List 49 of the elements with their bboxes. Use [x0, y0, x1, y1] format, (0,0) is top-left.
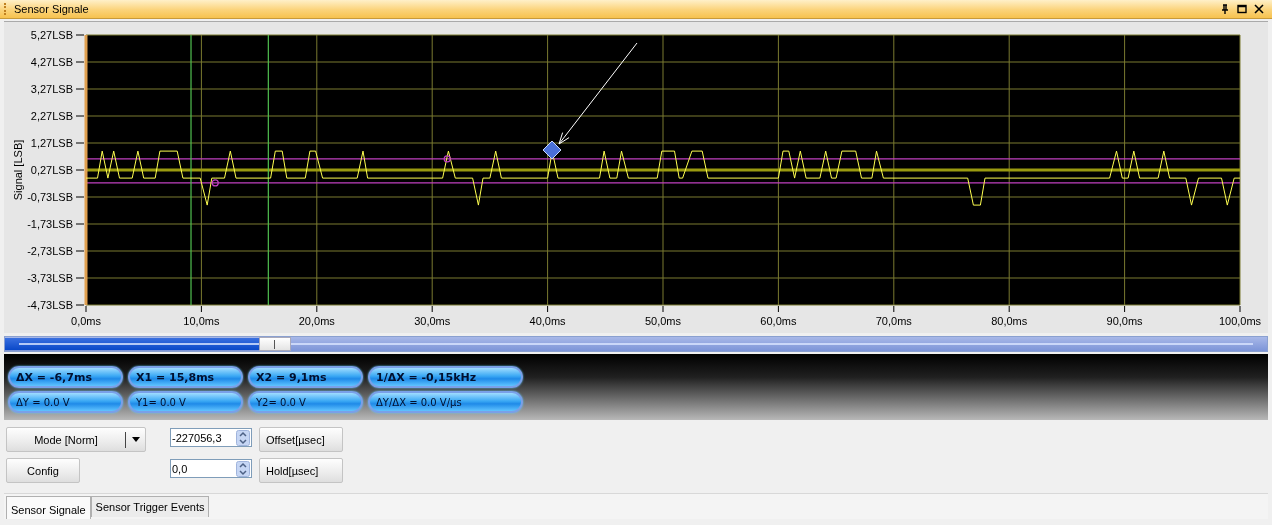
config-button[interactable]: Config — [6, 458, 80, 483]
caret-icon — [132, 437, 140, 442]
measurement-readout: Y1= 0.0 V — [128, 391, 243, 413]
y-axis-title: Signal [LSB] — [12, 139, 24, 201]
y-tick-label: -0,73LSB — [27, 191, 73, 203]
measurement-readout: ΔY/ΔX = 0.0 V/µs — [368, 391, 523, 413]
x-tick-label: 10,0ms — [183, 315, 220, 327]
y-tick-label: 0,27LSB — [30, 164, 73, 176]
y-tick-label: 3,27LSB — [30, 83, 73, 95]
cursor-line[interactable] — [267, 34, 269, 306]
measurement-readout: 1/ΔX = -0,15kHz — [368, 366, 523, 388]
point-marker — [211, 179, 219, 187]
y-tick-label: 1,27LSB — [30, 137, 73, 149]
x-tick-label: 60,0ms — [760, 315, 797, 327]
y-tick-label: -4,73LSB — [27, 299, 73, 311]
measurement-readout: X1 = 15,8ms — [128, 366, 243, 388]
y-tick-label: 5,27LSB — [30, 29, 73, 41]
point-marker — [443, 155, 451, 163]
x-tick-label: 0,0ms — [71, 315, 101, 327]
y-tick-label: 4,27LSB — [30, 56, 73, 68]
mode-dropdown[interactable]: Mode [Norm] — [6, 427, 146, 452]
x-tick-label: 70,0ms — [875, 315, 912, 327]
pin-icon[interactable] — [1220, 4, 1230, 14]
tab[interactable]: Sensor Signale — [6, 496, 91, 519]
window-title: Sensor Signale — [4, 3, 1213, 15]
tab[interactable]: Sensor Trigger Events — [90, 496, 210, 517]
x-tick-label: 40,0ms — [529, 315, 566, 327]
y-tick-label: 2,27LSB — [30, 110, 73, 122]
scrollbar-thumb[interactable] — [259, 337, 291, 351]
y-tick-label: -3,73LSB — [27, 272, 73, 284]
maximize-icon[interactable] — [1237, 4, 1247, 14]
x-tick-label: 100,0ms — [1218, 315, 1262, 327]
y-tick-label: -2,73LSB — [27, 245, 73, 257]
close-icon[interactable] — [1254, 4, 1264, 14]
x-tick-label: 30,0ms — [414, 315, 451, 327]
x-tick-label: 90,0ms — [1106, 315, 1143, 327]
measurement-readout: ΔY = 0.0 V — [8, 391, 123, 413]
measurement-readout: ΔX = -6,7ms — [8, 366, 123, 388]
unit-button[interactable]: Hold[µsec] — [259, 458, 343, 483]
x-tick-label: 20,0ms — [298, 315, 335, 327]
y-tick-label: -1,73LSB — [27, 218, 73, 230]
x-tick-label: 80,0ms — [991, 315, 1028, 327]
spinner-icon[interactable] — [236, 460, 250, 477]
measurement-readout: X2 = 9,1ms — [248, 366, 363, 388]
unit-button[interactable]: Offset[µsec] — [259, 427, 343, 452]
x-tick-label: 50,0ms — [644, 315, 682, 327]
spinner-icon[interactable] — [236, 429, 250, 446]
diamond-marker[interactable] — [542, 140, 562, 160]
measurement-readout: Y2= 0.0 V — [248, 391, 363, 413]
